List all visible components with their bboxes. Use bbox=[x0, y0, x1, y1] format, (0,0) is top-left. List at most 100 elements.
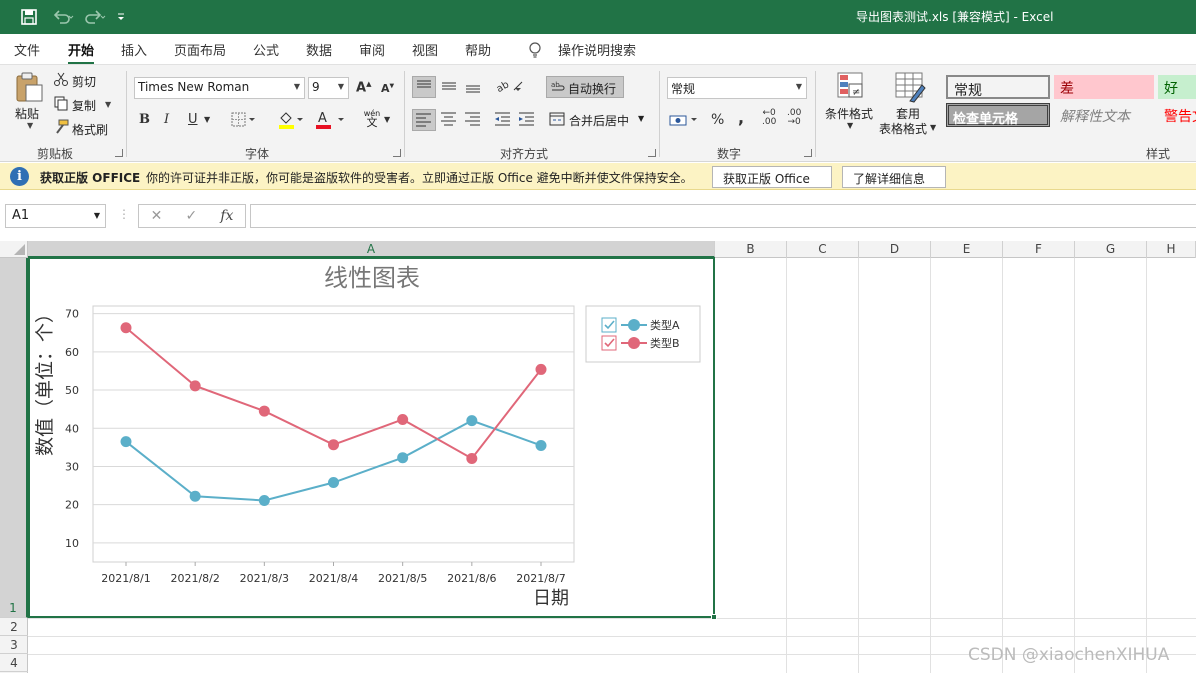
bold-icon[interactable]: B bbox=[139, 112, 150, 127]
select-all-corner[interactable] bbox=[0, 241, 28, 258]
style-normal-label: 常规 bbox=[954, 83, 982, 99]
align-right-icon[interactable] bbox=[462, 109, 484, 132]
format-as-table-icon bbox=[894, 71, 926, 106]
info-title: 获取正版 OFFICE bbox=[40, 171, 141, 185]
paste-icon[interactable] bbox=[14, 71, 44, 106]
enter-icon[interactable]: ✓ bbox=[185, 208, 197, 224]
watermark: CSDN @xiaochenXIHUA bbox=[968, 645, 1170, 665]
formula-bar: A1 ▼ ⋮ ✕ ✓ fx bbox=[0, 199, 1196, 233]
clipboard-launcher-icon[interactable] bbox=[115, 149, 123, 157]
get-genuine-office-button[interactable]: 获取正版 Office bbox=[712, 166, 832, 188]
font-name-select[interactable]: Times New Roman ▼ bbox=[134, 77, 305, 99]
style-warning[interactable]: 警告文 bbox=[1158, 103, 1196, 127]
align-bottom-icon[interactable] bbox=[462, 76, 484, 99]
cancel-icon[interactable]: ✕ bbox=[151, 208, 163, 224]
clipboard-group-label: 剪贴板 bbox=[37, 147, 74, 161]
comma-icon[interactable]: , bbox=[738, 108, 744, 127]
underline-icon[interactable]: U bbox=[188, 112, 198, 127]
copy-icon bbox=[53, 95, 69, 114]
font-color-icon[interactable]: A bbox=[315, 110, 345, 133]
merge-dropdown-icon[interactable]: ▼ bbox=[638, 114, 644, 123]
column-header-c[interactable]: C bbox=[787, 241, 859, 258]
align-middle-icon[interactable] bbox=[438, 76, 460, 99]
style-warning-label: 警告文 bbox=[1164, 109, 1196, 125]
format-table-dropdown-icon[interactable]: ▼ bbox=[930, 123, 936, 132]
tab-view[interactable]: 视图 bbox=[412, 40, 438, 59]
align-top-icon[interactable] bbox=[412, 76, 436, 98]
phonetic-icon[interactable]: wén 文 bbox=[362, 109, 382, 128]
copy-dropdown-icon[interactable]: ▼ bbox=[105, 100, 111, 109]
save-icon[interactable] bbox=[20, 8, 38, 26]
tab-help[interactable]: 帮助 bbox=[465, 40, 491, 59]
style-bad[interactable]: 差 bbox=[1054, 75, 1154, 99]
borders-icon[interactable] bbox=[231, 112, 257, 131]
align-center-icon[interactable] bbox=[438, 109, 460, 132]
svg-text:ab: ab bbox=[495, 79, 511, 95]
format-as-table-label2[interactable]: 表格格式 bbox=[879, 120, 927, 137]
orientation-icon[interactable]: ab bbox=[494, 76, 524, 99]
wrap-text-label: 自动换行 bbox=[568, 82, 617, 96]
number-launcher-icon[interactable] bbox=[804, 149, 812, 157]
italic-icon[interactable]: I bbox=[164, 112, 169, 127]
paste-dropdown-icon[interactable]: ▼ bbox=[27, 121, 33, 130]
column-header-b[interactable]: B bbox=[715, 241, 787, 258]
underline-dropdown-icon[interactable]: ▼ bbox=[204, 115, 210, 124]
tab-data[interactable]: 数据 bbox=[306, 40, 332, 59]
style-explanatory[interactable]: 解释性文本 bbox=[1054, 103, 1154, 127]
column-header-f[interactable]: F bbox=[1003, 241, 1075, 258]
number-format-select[interactable]: 常规 ▼ bbox=[667, 77, 807, 99]
tab-page-layout[interactable]: 页面布局 bbox=[174, 40, 226, 59]
tell-me-search[interactable]: 操作说明搜索 bbox=[558, 40, 636, 59]
font-launcher-icon[interactable] bbox=[393, 149, 401, 157]
formula-input[interactable] bbox=[250, 204, 1196, 228]
redo-icon[interactable] bbox=[84, 8, 106, 26]
insert-function-button[interactable]: fx bbox=[220, 208, 233, 224]
align-left-icon[interactable] bbox=[412, 109, 436, 131]
font-name-value: Times New Roman bbox=[138, 80, 250, 94]
wrap-text-button[interactable]: ab 自动换行 bbox=[546, 76, 624, 98]
style-normal[interactable]: 常规 bbox=[946, 75, 1050, 99]
font-size-select[interactable]: 9 ▼ bbox=[308, 77, 349, 99]
customize-qat-icon[interactable] bbox=[116, 8, 134, 26]
row-header-2[interactable]: 2 bbox=[0, 618, 28, 636]
column-header-a[interactable]: A bbox=[28, 241, 715, 258]
format-painter-button[interactable]: 格式刷 bbox=[72, 121, 108, 138]
fill-color-icon[interactable] bbox=[278, 110, 304, 133]
tab-review[interactable]: 审阅 bbox=[359, 40, 385, 59]
decrease-decimal-icon[interactable]: .00 →0 bbox=[787, 109, 801, 127]
tab-formulas[interactable]: 公式 bbox=[253, 40, 279, 59]
decrease-font-icon[interactable]: A▼ bbox=[381, 82, 394, 95]
column-header-h[interactable]: H bbox=[1147, 241, 1196, 258]
fill-handle[interactable] bbox=[711, 614, 717, 620]
merge-center-button[interactable]: 合并后居中 ▼ bbox=[546, 109, 650, 131]
undo-icon[interactable] bbox=[52, 8, 74, 26]
tab-insert[interactable]: 插入 bbox=[121, 40, 147, 59]
info-message: 你的许可证并非正版，你可能是盗版软件的受害者。立即通过正版 Office 避免中… bbox=[146, 171, 693, 185]
tab-home[interactable]: 开始 bbox=[68, 40, 95, 65]
column-header-d[interactable]: D bbox=[859, 241, 931, 258]
copy-button[interactable]: 复制 bbox=[72, 97, 96, 114]
number-format-value: 常规 bbox=[671, 82, 696, 96]
accounting-format-icon[interactable] bbox=[668, 111, 702, 132]
phonetic-dropdown-icon[interactable]: ▼ bbox=[384, 115, 390, 124]
percent-icon[interactable]: % bbox=[711, 112, 724, 128]
increase-decimal-icon[interactable]: ←0.00 bbox=[762, 109, 776, 127]
learn-more-button[interactable]: 了解详细信息 bbox=[842, 166, 946, 188]
paste-button[interactable]: 粘贴 bbox=[15, 105, 39, 122]
row-header-3[interactable]: 3 bbox=[0, 636, 28, 654]
alignment-launcher-icon[interactable] bbox=[648, 149, 656, 157]
style-check-cell[interactable]: 检查单元格 bbox=[946, 103, 1050, 127]
conditional-formatting-button[interactable]: 条件格式 bbox=[825, 105, 873, 122]
row-header-4[interactable]: 4 bbox=[0, 654, 28, 672]
increase-font-icon[interactable]: A▲ bbox=[356, 80, 371, 95]
tab-file[interactable]: 文件 bbox=[14, 40, 40, 59]
style-good[interactable]: 好 bbox=[1158, 75, 1196, 99]
column-header-g[interactable]: G bbox=[1075, 241, 1147, 258]
increase-indent-icon[interactable] bbox=[516, 109, 538, 132]
decrease-indent-icon[interactable] bbox=[492, 109, 514, 132]
row-header-1[interactable]: 1 bbox=[0, 258, 28, 618]
conditional-dropdown-icon[interactable]: ▼ bbox=[847, 121, 853, 130]
cut-button[interactable]: 剪切 bbox=[72, 73, 96, 90]
column-header-e[interactable]: E bbox=[931, 241, 1003, 258]
name-box[interactable]: A1 ▼ bbox=[5, 204, 106, 228]
